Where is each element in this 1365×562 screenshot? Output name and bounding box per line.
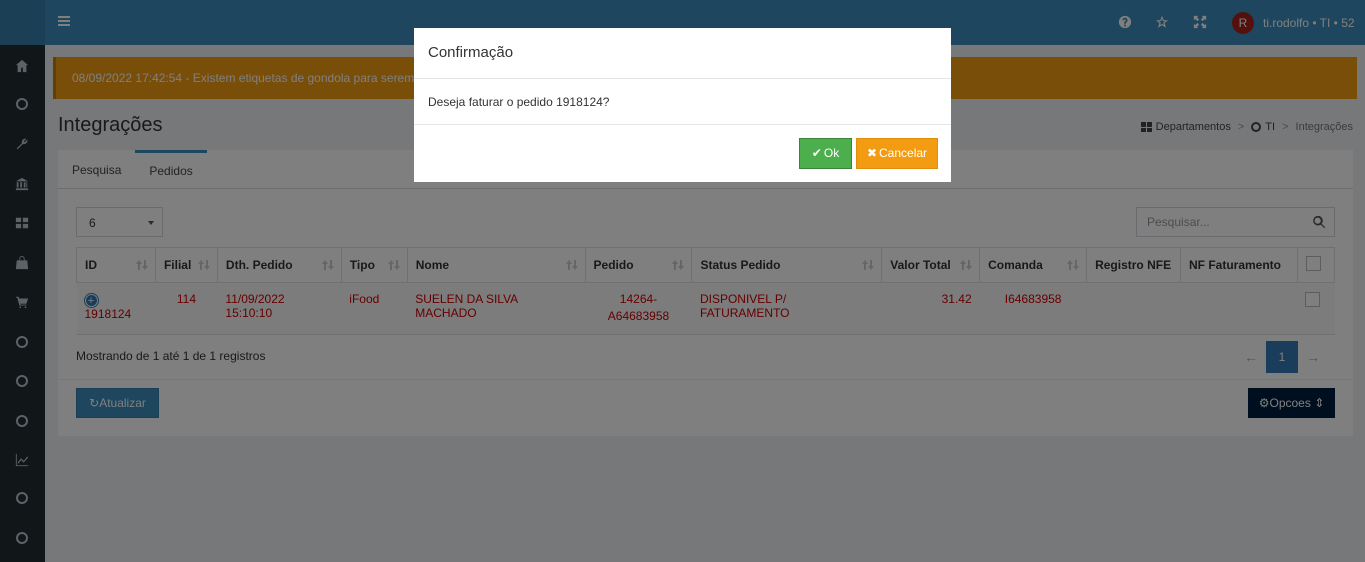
cancel-button[interactable]: ✖ Cancelar [856,138,938,169]
check-icon: ✔ [811,146,822,160]
ok-button[interactable]: ✔ Ok [799,138,852,169]
confirm-modal: Confirmação Deseja faturar o pedido 1918… [414,28,951,182]
modal-title: Confirmação [414,28,951,79]
modal-message: Deseja faturar o pedido 1918124? [414,79,951,125]
close-icon: ✖ [866,146,878,160]
